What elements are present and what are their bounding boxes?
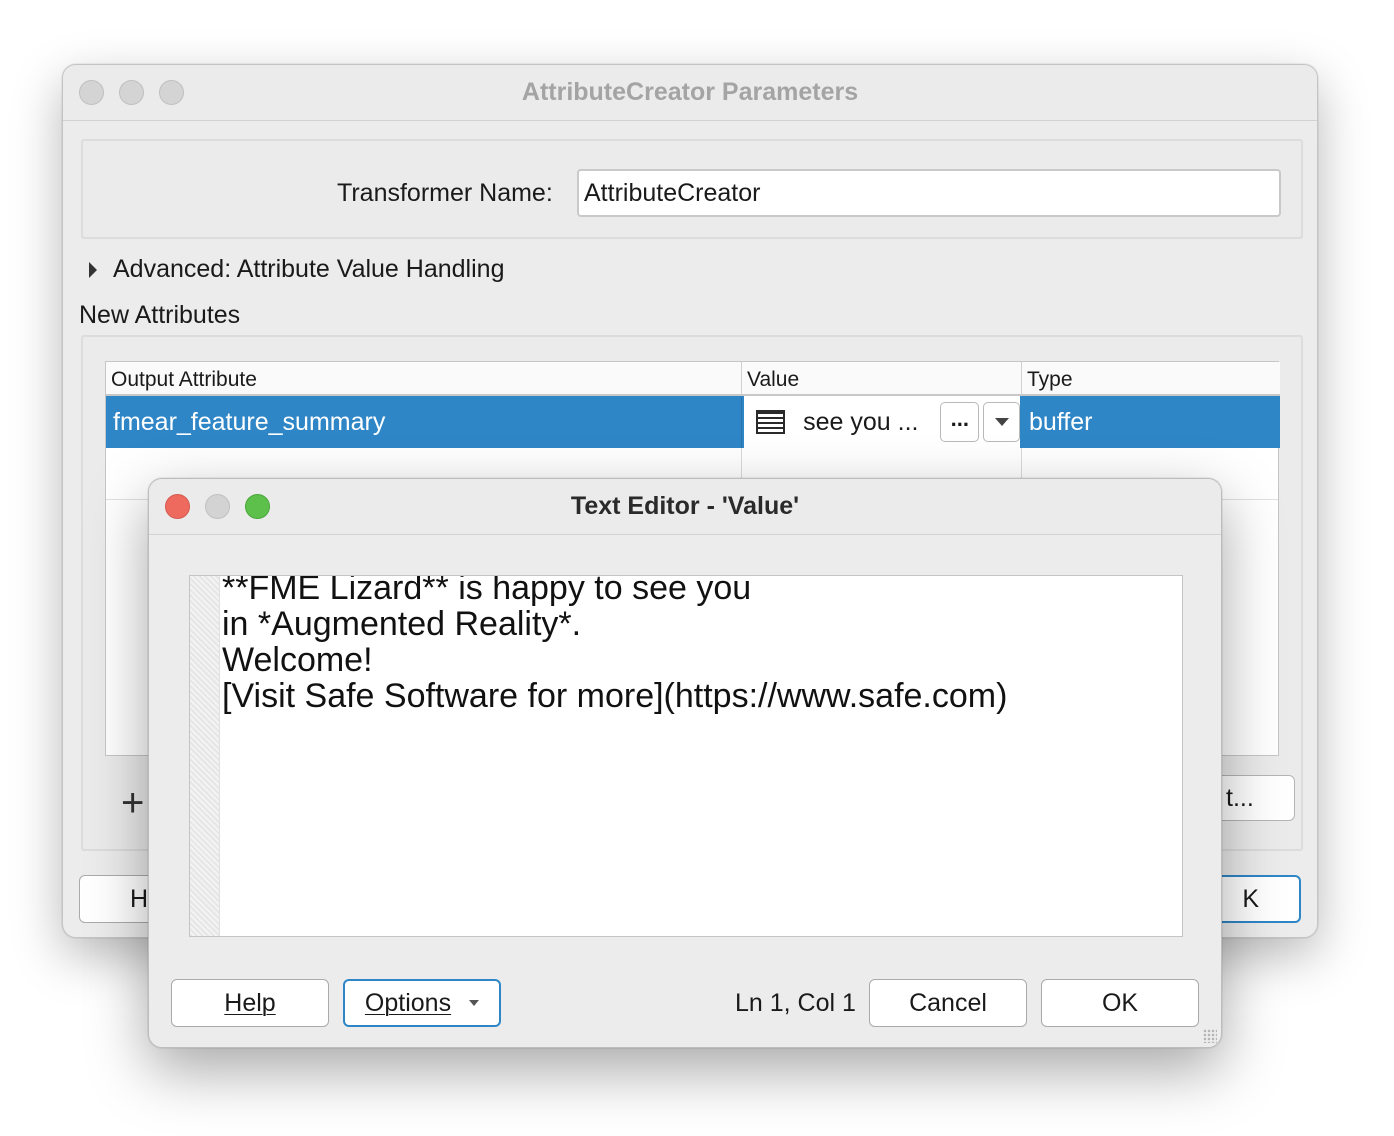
options-label: Options	[364, 988, 452, 1017]
transformer-name-input[interactable]	[577, 169, 1281, 217]
titlebar: Text Editor - 'Value'	[149, 479, 1221, 535]
transformer-name-label: Transformer Name:	[337, 179, 553, 207]
output-attribute-cell[interactable]: fmear_feature_summary	[106, 396, 742, 448]
transformer-name-panel: Transformer Name:	[81, 139, 1303, 239]
text-lines-icon	[756, 410, 786, 434]
help-button[interactable]: Help	[171, 979, 329, 1027]
chevron-down-icon	[994, 418, 1009, 426]
advanced-label: Advanced: Attribute Value Handling	[113, 255, 505, 283]
text-editor-window: Text Editor - 'Value' **FME Lizard** is …	[148, 478, 1222, 1048]
titlebar: AttributeCreator Parameters	[63, 65, 1317, 121]
resize-grip-icon[interactable]	[1203, 1029, 1217, 1043]
window-title: Text Editor - 'Value'	[570, 492, 800, 520]
ok-button[interactable]: OK	[1041, 979, 1199, 1027]
editor-line: Welcome!	[222, 641, 373, 679]
help-label: Help	[224, 988, 276, 1017]
cursor-position-status: Ln 1, Col 1	[735, 989, 856, 1017]
column-header-output-attribute[interactable]: Output Attribute	[106, 362, 742, 396]
add-row-icon[interactable]: +	[121, 781, 144, 826]
text-editor-area[interactable]: **FME Lizard** is happy to see you in *Au…	[189, 575, 1183, 937]
column-header-type[interactable]: Type	[1022, 362, 1280, 396]
chevron-down-icon	[469, 1000, 480, 1006]
options-button[interactable]: Options	[343, 979, 501, 1027]
advanced-attribute-value-handling-toggle[interactable]: Advanced: Attribute Value Handling	[89, 255, 504, 284]
type-cell[interactable]: buffer	[1022, 396, 1280, 448]
value-preview: see you ...	[803, 407, 919, 436]
table-row[interactable]: fmear_feature_summary see you ... ... bu…	[106, 396, 1280, 448]
editor-gutter	[190, 576, 220, 936]
disclosure-triangle-icon	[89, 261, 97, 278]
open-text-editor-button[interactable]: ...	[940, 402, 980, 442]
value-cell[interactable]: see you ... ...	[742, 396, 1022, 448]
cancel-button[interactable]: Cancel	[869, 979, 1027, 1027]
value-dropdown-button[interactable]	[983, 402, 1021, 442]
column-header-value[interactable]: Value	[742, 362, 1022, 396]
editor-line: in *Augmented Reality*.	[222, 605, 582, 643]
editor-content[interactable]: **FME Lizard** is happy to see you in *Au…	[222, 575, 1008, 715]
window-title: AttributeCreator Parameters	[521, 78, 859, 106]
new-attributes-label: New Attributes	[79, 301, 241, 329]
editor-line: [Visit Safe Software for more](https://w…	[222, 677, 1008, 715]
editor-line: **FME Lizard** is happy to see you	[222, 575, 752, 607]
